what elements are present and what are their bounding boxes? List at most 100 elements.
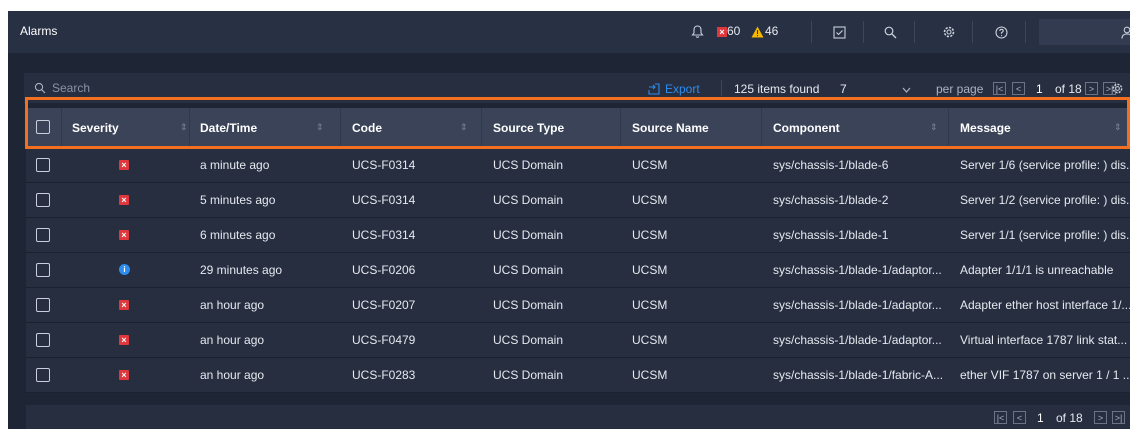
- next-page-icon[interactable]: >: [1085, 82, 1098, 95]
- cell-source-name: UCSM: [632, 298, 668, 312]
- row-checkbox[interactable]: [36, 158, 50, 172]
- sort-icon[interactable]: ⇕: [460, 122, 468, 133]
- table-row[interactable]: an hour ago UCS-F0479 UCS Domain UCSM sy…: [26, 323, 1130, 358]
- row-checkbox[interactable]: [36, 298, 50, 312]
- table-settings-icon[interactable]: [1111, 82, 1124, 98]
- sort-icon[interactable]: ⇕: [316, 122, 324, 133]
- cell-source-name: UCSM: [632, 263, 668, 277]
- first-page-icon[interactable]: |<: [993, 82, 1006, 95]
- sort-icon[interactable]: ⇕: [930, 122, 938, 133]
- cell-datetime: 29 minutes ago: [200, 263, 283, 277]
- cell-source-type: UCS Domain: [493, 263, 564, 277]
- cell-code: UCS-F0314: [352, 228, 416, 242]
- critical-severity-icon: [119, 230, 129, 240]
- divider: [811, 21, 812, 43]
- cell-code: UCS-F0206: [352, 263, 416, 277]
- row-checkbox[interactable]: [36, 333, 50, 347]
- cell-source-name: UCSM: [632, 228, 668, 242]
- column-header-datetime[interactable]: Date/Time: [200, 121, 257, 135]
- table-row[interactable]: an hour ago UCS-F0283 UCS Domain UCSM sy…: [26, 358, 1130, 393]
- critical-severity-icon: [119, 160, 129, 170]
- last-page-icon[interactable]: >|: [1112, 411, 1125, 424]
- column-header-code[interactable]: Code: [352, 121, 382, 135]
- per-page-value: 7: [840, 82, 847, 96]
- top-bar: Alarms × 60 46: [8, 11, 1130, 53]
- sort-icon[interactable]: ⇕: [1114, 122, 1122, 133]
- column-divider: [61, 108, 62, 148]
- user-menu[interactable]: [1039, 19, 1130, 45]
- gear-icon[interactable]: [940, 23, 958, 41]
- search-input[interactable]: [52, 79, 592, 97]
- cell-datetime: an hour ago: [200, 298, 265, 312]
- first-page-icon[interactable]: |<: [994, 411, 1007, 424]
- cell-source-type: UCS Domain: [493, 193, 564, 207]
- column-divider: [481, 108, 482, 148]
- row-checkbox[interactable]: [36, 228, 50, 242]
- critical-severity-icon: [119, 370, 129, 380]
- cell-component: sys/chassis-1/blade-6: [773, 158, 889, 172]
- column-divider: [948, 108, 949, 148]
- cell-message: Virtual interface 1787 link stat...: [960, 333, 1128, 347]
- prev-page-icon[interactable]: <: [1012, 82, 1025, 95]
- cell-code: UCS-F0207: [352, 298, 416, 312]
- cell-source-type: UCS Domain: [493, 333, 564, 347]
- column-header-severity[interactable]: Severity: [72, 121, 119, 135]
- warning-icon[interactable]: [748, 23, 766, 41]
- prev-page-icon[interactable]: <: [1013, 411, 1026, 424]
- row-checkbox[interactable]: [36, 263, 50, 277]
- cell-message: Server 1/1 (service profile: ) dis...: [960, 228, 1130, 242]
- current-page[interactable]: 1: [1036, 82, 1043, 96]
- export-label: Export: [665, 82, 700, 96]
- cell-component: sys/chassis-1/blade-1/fabric-A...: [773, 368, 944, 382]
- table-row[interactable]: a minute ago UCS-F0314 UCS Domain UCSM s…: [26, 148, 1130, 183]
- sort-icon[interactable]: ⇕: [180, 122, 188, 133]
- table-row[interactable]: 6 minutes ago UCS-F0314 UCS Domain UCSM …: [26, 218, 1130, 253]
- table-row[interactable]: 5 minutes ago UCS-F0314 UCS Domain UCSM …: [26, 183, 1130, 218]
- bell-icon[interactable]: [688, 23, 706, 41]
- search-icon: [34, 82, 46, 97]
- cell-message: Server 1/2 (service profile: ) dis...: [960, 193, 1130, 207]
- divider: [1025, 21, 1026, 43]
- search-icon[interactable]: [881, 23, 899, 41]
- table-header: Severity ⇕ Date/Time ⇕ Code ⇕ Source Typ…: [26, 108, 1130, 148]
- select-all-checkbox[interactable]: [36, 120, 50, 134]
- cell-datetime: 6 minutes ago: [200, 228, 276, 242]
- user-icon[interactable]: [1118, 23, 1130, 41]
- column-divider: [620, 108, 621, 148]
- cell-component: sys/chassis-1/blade-1/adaptor...: [773, 333, 942, 347]
- cell-source-type: UCS Domain: [493, 298, 564, 312]
- row-checkbox[interactable]: [36, 193, 50, 207]
- column-header-message[interactable]: Message: [960, 121, 1011, 135]
- critical-severity-icon: [119, 300, 129, 310]
- column-header-source-type[interactable]: Source Type: [493, 121, 564, 135]
- critical-count[interactable]: 60: [727, 24, 740, 38]
- footer-current-page[interactable]: 1: [1037, 411, 1044, 425]
- help-icon[interactable]: [992, 23, 1010, 41]
- row-checkbox[interactable]: [36, 368, 50, 382]
- info-severity-icon: i: [119, 264, 130, 275]
- cell-message: Adapter 1/1/1 is unreachable: [960, 263, 1114, 277]
- column-header-component[interactable]: Component: [773, 121, 840, 135]
- critical-severity-icon: [119, 335, 129, 345]
- page-title: Alarms: [20, 24, 58, 38]
- divider: [972, 21, 973, 43]
- column-header-source-name[interactable]: Source Name: [632, 121, 709, 135]
- cell-source-type: UCS Domain: [493, 158, 564, 172]
- cell-datetime: 5 minutes ago: [200, 193, 276, 207]
- table-row[interactable]: an hour ago UCS-F0207 UCS Domain UCSM sy…: [26, 288, 1130, 323]
- table-row[interactable]: i 29 minutes ago UCS-F0206 UCS Domain UC…: [26, 253, 1130, 288]
- task-check-icon[interactable]: [830, 23, 848, 41]
- cell-source-name: UCSM: [632, 158, 668, 172]
- cell-code: UCS-F0479: [352, 333, 416, 347]
- next-page-icon[interactable]: >: [1094, 411, 1107, 424]
- per-page-select[interactable]: 7: [832, 82, 927, 99]
- cell-source-name: UCSM: [632, 368, 668, 382]
- cell-datetime: an hour ago: [200, 368, 265, 382]
- cell-source-name: UCSM: [632, 193, 668, 207]
- cell-message: Adapter ether host interface 1/...: [960, 298, 1130, 312]
- warning-count[interactable]: 46: [765, 24, 778, 38]
- cell-datetime: a minute ago: [200, 158, 270, 172]
- divider: [914, 21, 915, 43]
- export-button[interactable]: Export: [648, 82, 700, 96]
- column-divider: [340, 108, 341, 148]
